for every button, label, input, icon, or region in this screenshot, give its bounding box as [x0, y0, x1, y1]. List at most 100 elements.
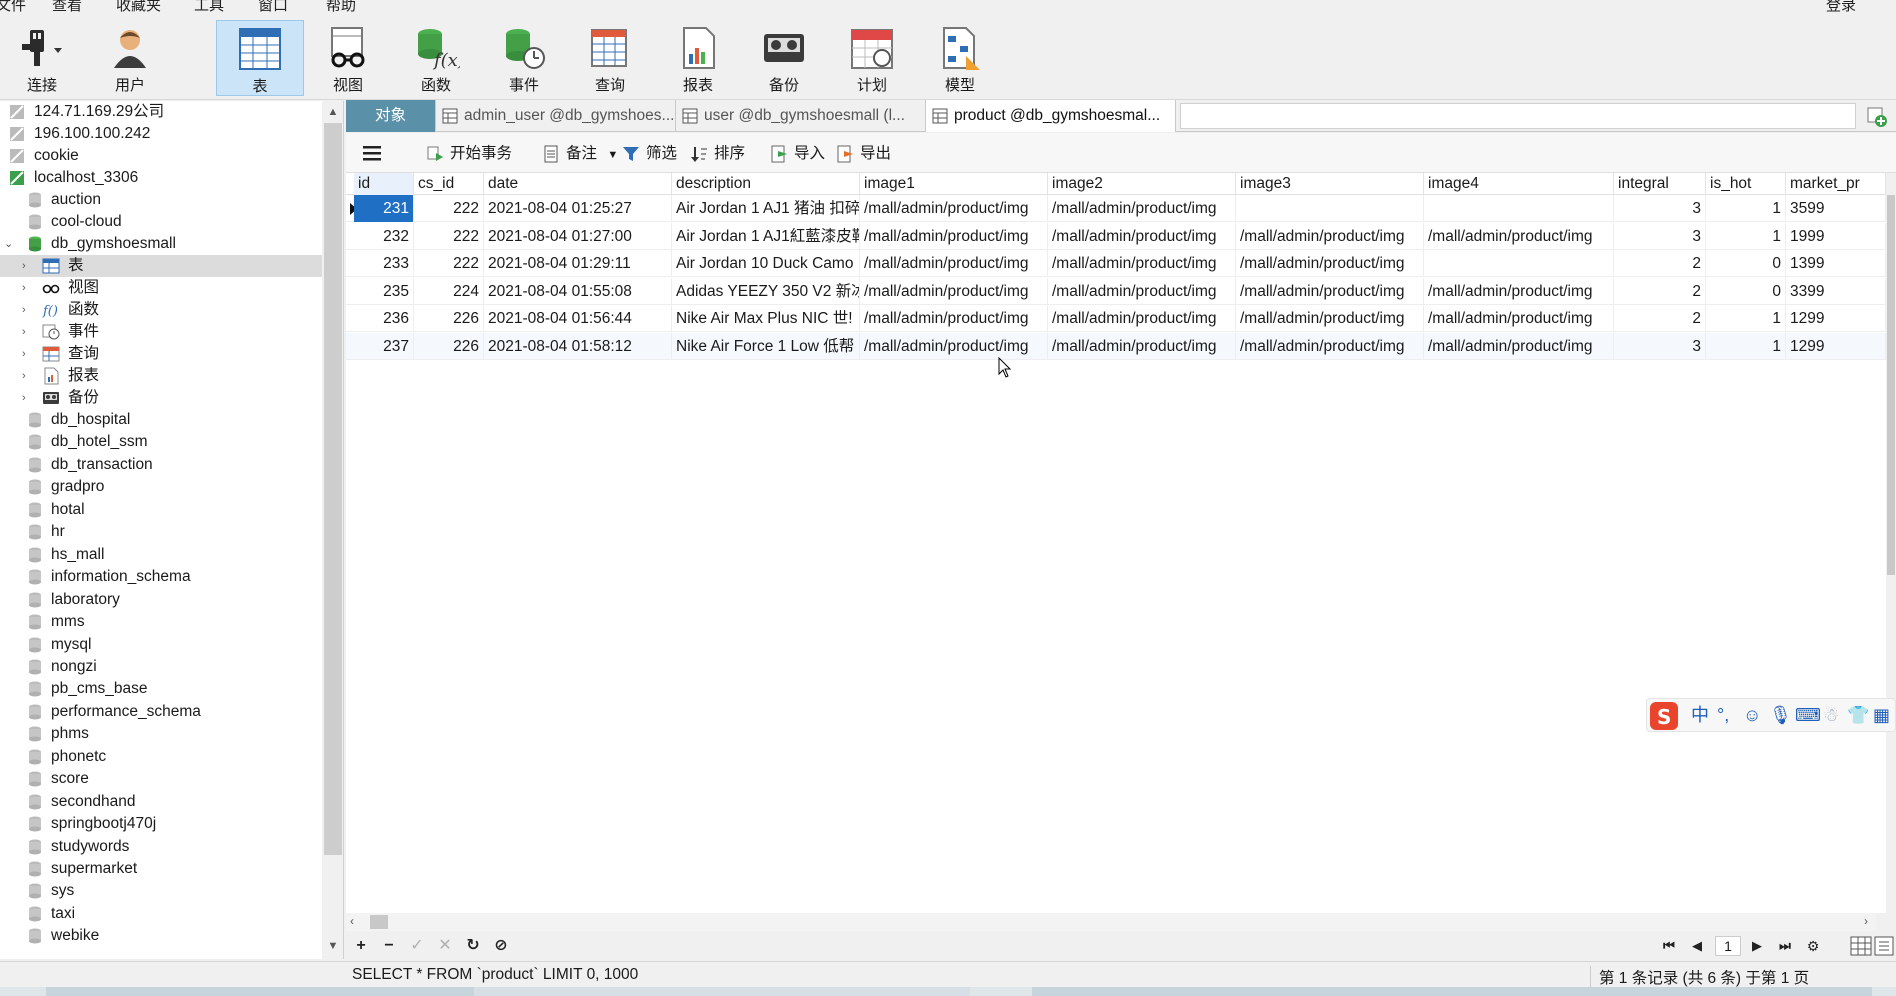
column-header-market-pr[interactable]: market_pr [1786, 173, 1886, 195]
memo-button[interactable]: 备注 ▼ [542, 143, 618, 165]
scroll-right-icon[interactable]: › [1864, 914, 1868, 928]
tree-database[interactable]: phonetc [0, 746, 322, 768]
tree-database[interactable]: nongzi [0, 656, 322, 678]
cell-integral[interactable]: 2 [1614, 250, 1706, 278]
cell-integral[interactable]: 3 [1614, 195, 1706, 222]
menu-file[interactable]: 文件 [0, 0, 26, 15]
cell-id[interactable]: 233 [354, 250, 414, 278]
connect-button[interactable]: 连接 [2, 20, 82, 96]
model-button[interactable]: 模型 [920, 20, 1000, 96]
tree-database[interactable]: webike [0, 925, 322, 947]
tab-user[interactable]: user @db_gymshoesmall (l... [676, 100, 926, 132]
backup-button[interactable]: 备份 [744, 20, 824, 96]
tree-database[interactable]: score [0, 768, 322, 790]
cell-image2[interactable]: /mall/admin/product/img [1048, 250, 1236, 278]
tree-node-functions[interactable]: › f() 函数 [0, 299, 322, 321]
cell-is-hot[interactable]: 1 [1706, 222, 1786, 250]
cell-date[interactable]: 2021-08-04 01:56:44 [484, 305, 672, 333]
chevron-right-icon[interactable]: › [22, 304, 32, 316]
scroll-left-icon[interactable]: ‹ [350, 914, 354, 928]
cell-id[interactable]: 232 [354, 222, 414, 250]
tree-connection-active[interactable]: localhost_3306 [0, 167, 322, 189]
chevron-right-icon[interactable]: › [22, 370, 32, 382]
grid-view-icon[interactable] [1850, 936, 1872, 956]
cell-image4[interactable] [1424, 250, 1614, 278]
cell-cs-id[interactable]: 222 [414, 195, 484, 222]
cell-cs-id[interactable]: 226 [414, 305, 484, 333]
cell-date[interactable]: 2021-08-04 01:29:11 [484, 250, 672, 278]
cell-image2[interactable]: /mall/admin/product/img [1048, 277, 1236, 305]
tree-database[interactable]: auction [0, 189, 322, 211]
column-header-description[interactable]: description [672, 173, 860, 195]
tree-database[interactable]: secondhand [0, 791, 322, 813]
menu-help[interactable]: 帮助 [326, 0, 356, 15]
sort-button[interactable]: 排序 [690, 143, 745, 165]
cell-image1[interactable]: /mall/admin/product/img [860, 277, 1048, 305]
cell-image4[interactable]: /mall/admin/product/img [1424, 305, 1614, 333]
next-page-icon[interactable]: ▶ [1748, 937, 1766, 955]
cell-image3[interactable]: /mall/admin/product/img [1236, 333, 1424, 360]
table-row[interactable]: 237 226 2021-08-04 01:58:12 Nike Air Force … [346, 333, 1886, 360]
cell-id[interactable]: 231 [354, 195, 414, 222]
assistant-icon[interactable]: ☃ [1823, 705, 1839, 725]
tree-connection[interactable]: 124.71.169.29公司 [0, 101, 322, 123]
more-grid-icon[interactable]: ▦ [1873, 705, 1890, 725]
cell-image4[interactable]: /mall/admin/product/img [1424, 222, 1614, 250]
column-header-date[interactable]: date [484, 173, 672, 195]
cell-description[interactable]: Nike Air Force 1 Low 低帮 [672, 333, 860, 360]
cell-image3[interactable]: /mall/admin/product/img [1236, 305, 1424, 333]
tree-database[interactable]: information_schema [0, 566, 322, 588]
view-button[interactable]: 视图 [308, 20, 388, 96]
cell-image4[interactable] [1424, 195, 1614, 222]
cell-description[interactable]: Air Jordan 10 Duck Camo [672, 250, 860, 278]
login-link[interactable]: 登录 [1826, 0, 1856, 15]
table-row[interactable]: 236 226 2021-08-04 01:56:44 Nike Air Max Pl… [346, 305, 1886, 333]
cell-id[interactable]: 235 [354, 277, 414, 305]
scroll-down-icon[interactable]: ▼ [326, 939, 340, 953]
add-record-icon[interactable]: + [352, 937, 370, 955]
microphone-icon[interactable]: 🎙 [1769, 705, 1792, 725]
table-row[interactable]: 233 222 2021-08-04 01:29:11 Air Jordan 10 D… [346, 250, 1886, 278]
cell-is-hot[interactable]: 1 [1706, 333, 1786, 360]
schedule-button[interactable]: 计划 [832, 20, 912, 96]
cell-integral[interactable]: 2 [1614, 305, 1706, 333]
cell-image2[interactable]: /mall/admin/product/img [1048, 195, 1236, 222]
tree-scrollbar[interactable]: ▲ ▼ [322, 101, 343, 959]
cell-image3[interactable]: /mall/admin/product/img [1236, 277, 1424, 305]
chevron-right-icon[interactable]: › [22, 282, 32, 294]
tree-node-reports[interactable]: › 报表 [0, 365, 322, 387]
export-button[interactable]: 导出 [836, 143, 891, 165]
apply-icon[interactable]: ✓ [408, 937, 426, 955]
cell-image1[interactable]: /mall/admin/product/img [860, 195, 1048, 222]
tab-admin-user[interactable]: admin_user @db_gymshoes... [436, 100, 676, 132]
cell-description[interactable]: Air Jordan 1 AJ1 猪油 扣碎 [672, 195, 860, 222]
tree-database[interactable]: supermarket [0, 858, 322, 880]
column-header-is-hot[interactable]: is_hot [1706, 173, 1786, 195]
cell-is-hot[interactable]: 0 [1706, 250, 1786, 278]
cell-is-hot[interactable]: 0 [1706, 277, 1786, 305]
tree-database[interactable]: springbootj470j [0, 813, 322, 835]
cell-image4[interactable]: /mall/admin/product/img [1424, 333, 1614, 360]
delete-record-icon[interactable]: − [380, 937, 398, 955]
tab-objects[interactable]: 对象 [346, 100, 436, 132]
ime-toolbar[interactable]: S 中 °, ☺ 🎙 ⌨ ☃ 👕 ▦ [1646, 698, 1896, 732]
scroll-up-icon[interactable]: ▲ [326, 105, 340, 119]
table-row[interactable]: 232 222 2021-08-04 01:27:00 Air Jordan 1 AJ… [346, 222, 1886, 250]
grid-hscroll-thumb[interactable] [370, 915, 388, 929]
stop-icon[interactable]: ⊘ [492, 937, 510, 955]
tree-node-queries[interactable]: › 查询 [0, 343, 322, 365]
chevron-down-icon[interactable]: ⌄ [4, 238, 14, 250]
cell-cs-id[interactable]: 222 [414, 222, 484, 250]
tree-connection[interactable]: 196.100.100.242 [0, 123, 322, 145]
cell-description[interactable]: Adidas YEEZY 350 V2 新冰 [672, 277, 860, 305]
cell-cs-id[interactable]: 222 [414, 250, 484, 278]
report-button[interactable]: 报表 [658, 20, 738, 96]
menu-view[interactable]: 查看 [52, 0, 82, 15]
cell-description[interactable]: Air Jordan 1 AJ1紅藍漆皮鞋 [672, 222, 860, 250]
cell-image1[interactable]: /mall/admin/product/img [860, 333, 1048, 360]
user-button[interactable]: 用户 [90, 20, 170, 96]
grid-hscrollbar[interactable]: ‹ › [346, 913, 1876, 931]
cell-image2[interactable]: /mall/admin/product/img [1048, 222, 1236, 250]
cell-description[interactable]: Nike Air Max Plus NIC 世! [672, 305, 860, 333]
gear-icon[interactable]: ⚙ [1804, 937, 1822, 955]
